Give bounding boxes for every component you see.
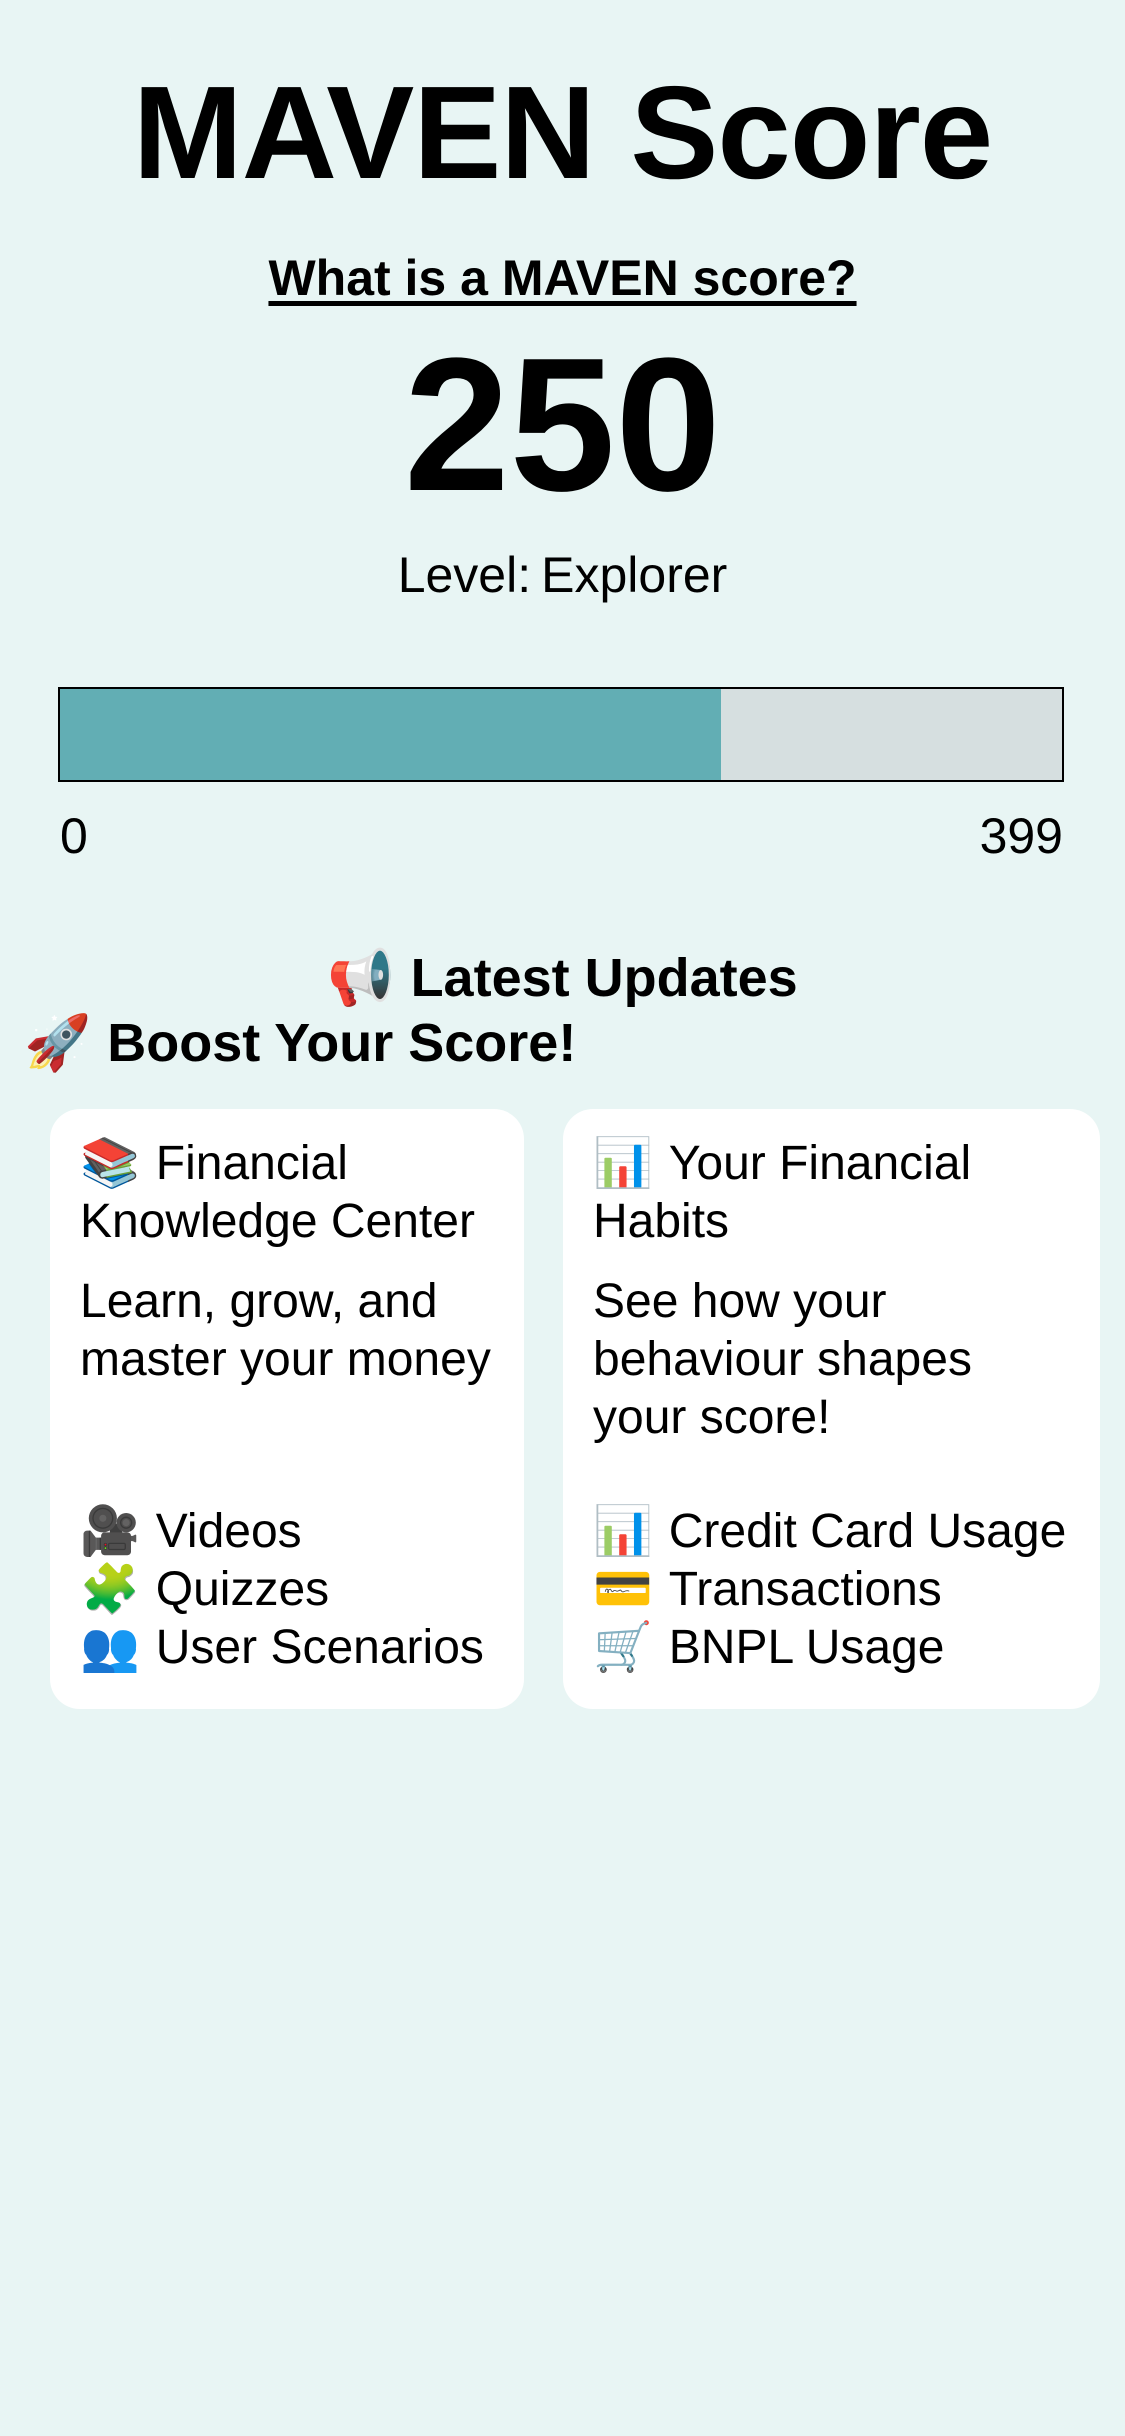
- rocket-icon: 🚀: [24, 1013, 92, 1073]
- boost-score-label: Boost Your Score!: [107, 1013, 577, 1073]
- level-name: Explorer: [541, 547, 728, 603]
- level-label: Level:: [397, 547, 532, 603]
- list-item-bnpl-usage[interactable]: 🛒 BNPL Usage: [593, 1619, 1090, 1677]
- list-item-quizzes[interactable]: 🧩 Quizzes: [80, 1561, 514, 1619]
- financial-habits-card[interactable]: 📊 Your Financial Habits See how your beha…: [563, 1109, 1100, 1709]
- boost-score-heading: 🚀 Boost Your Score!: [24, 1010, 576, 1076]
- list-item-videos[interactable]: 🎥 Videos: [80, 1503, 514, 1561]
- list-item-label: BNPL Usage: [668, 1621, 945, 1674]
- list-item-credit-card-usage[interactable]: 📊 Credit Card Usage: [593, 1503, 1090, 1561]
- card-title: 📚 Financial Knowledge Center: [80, 1135, 494, 1251]
- users-icon: 👥: [80, 1621, 140, 1674]
- latest-updates-label: Latest Updates: [410, 948, 798, 1008]
- what-is-score-link[interactable]: What is a MAVEN score?: [0, 246, 1125, 310]
- video-camera-icon: 🎥: [80, 1505, 140, 1558]
- card-feature-list: 📊 Credit Card Usage 💳 Transactions 🛒 BNPL U…: [593, 1503, 1090, 1677]
- list-item-user-scenarios[interactable]: 👥 User Scenarios: [80, 1619, 514, 1677]
- books-icon: 📚: [80, 1137, 140, 1190]
- progress-min-label: 0: [60, 808, 88, 864]
- list-item-label: Videos: [155, 1505, 302, 1558]
- credit-card-icon: 💳: [593, 1563, 653, 1616]
- megaphone-icon: 📢: [327, 948, 395, 1008]
- card-feature-list: 🎥 Videos 🧩 Quizzes 👥 User Scenarios: [80, 1503, 514, 1677]
- financial-knowledge-card[interactable]: 📚 Financial Knowledge Center Learn, grow,…: [50, 1109, 524, 1709]
- page-title: MAVEN Score: [132, 59, 993, 206]
- list-item-label: User Scenarios: [155, 1621, 484, 1674]
- puzzle-icon: 🧩: [80, 1563, 140, 1616]
- progress-max-label: 399: [979, 808, 1063, 864]
- card-description: Learn, grow, and master your money: [80, 1275, 491, 1386]
- list-item-label: Transactions: [668, 1563, 942, 1616]
- bar-chart-icon: 📊: [593, 1137, 653, 1190]
- list-item-label: Quizzes: [155, 1563, 330, 1616]
- score-progress-bar: [58, 687, 1064, 782]
- bar-chart-icon: 📊: [593, 1505, 653, 1558]
- score-value: 250: [403, 319, 721, 531]
- card-description: See how your behaviour shapes your score…: [593, 1275, 972, 1444]
- score-level: Level: Explorer: [0, 544, 1125, 606]
- score-progress-fill: [60, 689, 722, 780]
- list-item-transactions[interactable]: 💳 Transactions: [593, 1561, 1090, 1619]
- shopping-cart-icon: 🛒: [593, 1621, 653, 1674]
- card-title: 📊 Your Financial Habits: [593, 1135, 1070, 1251]
- latest-updates-heading[interactable]: 📢 Latest Updates: [0, 946, 1125, 1010]
- list-item-label: Credit Card Usage: [668, 1505, 1067, 1558]
